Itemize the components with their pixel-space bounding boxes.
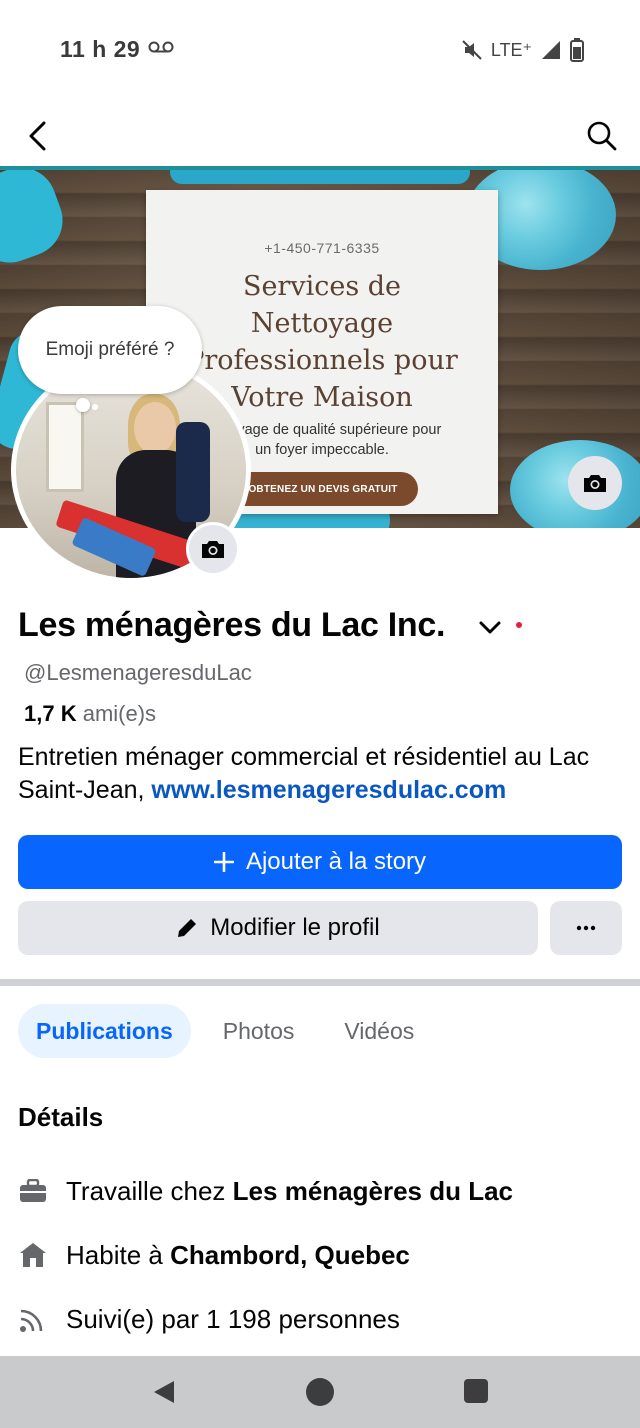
tab-videos[interactable]: Vidéos <box>326 1004 432 1058</box>
tab-publications[interactable]: Publications <box>18 1004 191 1058</box>
profile-handle: @LesmenageresduLac <box>24 660 252 685</box>
search-button[interactable] <box>584 118 620 154</box>
system-nav-bar <box>0 1356 640 1428</box>
chevron-left-icon <box>29 121 46 151</box>
bio-website-link[interactable]: www.lesmenageresdulac.com <box>151 776 506 804</box>
nav-home-icon[interactable] <box>306 1378 334 1406</box>
notification-dot <box>516 622 522 628</box>
emoji-prompt-bubble[interactable]: Emoji préféré ? <box>18 306 202 394</box>
search-icon <box>587 121 617 151</box>
profile-bio: Entretien ménager commercial et résident… <box>18 741 628 807</box>
detail-home-place: Chambord, Quebec <box>170 1239 410 1270</box>
detail-work[interactable]: Travaille chez Les ménagères du Lac <box>18 1171 513 1211</box>
detail-followers-text: Suivi(e) par 1 198 personnes <box>66 1303 400 1334</box>
pencil-icon <box>178 919 197 937</box>
add-to-story-button[interactable]: Ajouter à la story <box>18 835 622 889</box>
plus-icon <box>213 852 234 872</box>
nav-back-icon[interactable] <box>150 1378 178 1406</box>
profile-tabs: Publications Photos Vidéos <box>18 1004 446 1058</box>
edit-cover-button[interactable] <box>568 456 622 510</box>
nav-recents-icon[interactable] <box>464 1379 488 1403</box>
detail-work-prefix: Travaille chez <box>66 1175 226 1206</box>
more-dots-icon <box>576 925 596 931</box>
status-bar: 11 h 29 LTE⁺ <box>0 0 640 100</box>
rss-icon <box>18 1304 48 1334</box>
profile-name: Les ménagères du Lac Inc. <box>18 606 446 644</box>
status-time: 11 h 29 <box>60 36 141 62</box>
friends-count[interactable]: 1,7 K ami(e)s <box>24 701 156 727</box>
detail-followers[interactable]: Suivi(e) par 1 198 personnes <box>18 1299 400 1339</box>
mute-icon <box>462 40 482 60</box>
network-label: LTE⁺ <box>490 39 532 60</box>
signal-icon <box>542 41 560 59</box>
detail-home[interactable]: Habite à Chambord, Quebec <box>18 1235 410 1275</box>
chevron-down-icon <box>479 621 501 634</box>
camera-icon <box>202 541 224 558</box>
add-to-story-label: Ajouter à la story <box>245 848 427 875</box>
voicemail-icon <box>148 41 174 53</box>
edit-profile-label: Modifier le profil <box>210 914 380 941</box>
friends-label: ami(e)s <box>82 701 157 726</box>
flyer-phone: +1-450-771-6335 <box>264 240 380 256</box>
top-nav <box>0 104 640 168</box>
battery-icon <box>570 38 584 62</box>
camera-icon <box>584 475 606 492</box>
account-switcher-button[interactable] <box>476 614 504 642</box>
flyer-cta: OBTENEZ UN DEVIS GRATUIT <box>228 472 418 506</box>
home-icon <box>18 1240 48 1270</box>
detail-work-place: Les ménagères du Lac <box>232 1175 514 1206</box>
edit-profile-button[interactable]: Modifier le profil <box>18 901 538 955</box>
status-icons: LTE⁺ <box>461 36 584 64</box>
section-divider <box>0 979 640 986</box>
friends-count-number: 1,7 K <box>24 701 77 726</box>
more-options-button[interactable] <box>550 901 622 955</box>
back-button[interactable] <box>20 118 54 154</box>
briefcase-icon <box>18 1176 48 1206</box>
details-title: Détails <box>18 1102 104 1132</box>
tab-photos[interactable]: Photos <box>205 1004 313 1058</box>
detail-home-prefix: Habite à <box>66 1239 163 1270</box>
edit-profile-picture-button[interactable] <box>186 522 240 576</box>
